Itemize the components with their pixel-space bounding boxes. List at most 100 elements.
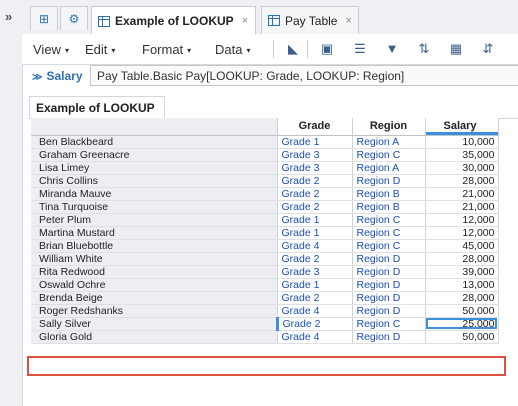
- table-row[interactable]: Lisa Limey Grade 3 Region A 30,000: [31, 161, 499, 175]
- cell-salary[interactable]: 13,000: [424, 278, 499, 292]
- table-row[interactable]: Rita Redwood Grade 3 Region D 39,000: [31, 265, 499, 279]
- cell-salary[interactable]: 12,000: [424, 213, 499, 227]
- menu-edit[interactable]: Edit ▾: [85, 42, 115, 57]
- cell-salary[interactable]: 12,000: [424, 226, 499, 240]
- cell-region[interactable]: Region D: [351, 291, 425, 305]
- menu-format[interactable]: Format ▾: [142, 42, 191, 57]
- tab-pay-table[interactable]: Pay Table ×: [261, 6, 359, 34]
- table-row[interactable]: Chris Collins Grade 2 Region D 28,000: [31, 174, 499, 188]
- gear-icon[interactable]: ⚙: [60, 6, 88, 30]
- table-row[interactable]: Miranda Mauve Grade 2 Region B 21,000: [31, 187, 499, 201]
- cell-grade[interactable]: Grade 3: [276, 265, 352, 279]
- cell-salary[interactable]: 21,000: [424, 200, 499, 214]
- cell-region[interactable]: Region D: [351, 265, 425, 279]
- column-header-salary[interactable]: Salary: [424, 118, 499, 136]
- menu-label: Format: [142, 42, 184, 57]
- cell-salary[interactable]: 25,000: [424, 317, 499, 331]
- view-tab[interactable]: Example of LOOKUP: [29, 96, 165, 118]
- cell-region[interactable]: Region C: [351, 239, 425, 253]
- cell-salary[interactable]: 21,000: [424, 187, 499, 201]
- table-row[interactable]: Martina Mustard Grade 1 Region C 12,000: [31, 226, 499, 240]
- grid-view-icon[interactable]: ⊞: [30, 6, 58, 30]
- cell-grade[interactable]: Grade 2: [276, 252, 352, 266]
- table-row[interactable]: Sally Silver Grade 2 Region C 25,000: [31, 317, 499, 331]
- cell-region[interactable]: Region D: [351, 252, 425, 266]
- formula-column-label[interactable]: ≫ Salary: [32, 69, 83, 83]
- cell-region[interactable]: Region B: [351, 187, 425, 201]
- cell-salary[interactable]: 10,000: [424, 135, 499, 149]
- cell-region[interactable]: Region C: [351, 226, 425, 240]
- cell-region[interactable]: Region D: [351, 174, 425, 188]
- cell-grade[interactable]: Grade 4: [276, 304, 352, 318]
- cell-salary[interactable]: 39,000: [424, 265, 499, 279]
- cell-salary[interactable]: 35,000: [424, 148, 499, 162]
- chevron-down-icon: ▾: [246, 46, 251, 56]
- cell-salary[interactable]: 50,000: [424, 304, 499, 318]
- cell-grade[interactable]: Grade 1: [276, 135, 352, 149]
- sort-icon[interactable]: ⇅: [416, 41, 432, 57]
- cell-grade[interactable]: Grade 4: [276, 239, 352, 253]
- menu-label: View: [33, 42, 61, 57]
- close-icon[interactable]: ×: [242, 15, 248, 27]
- column-header-region[interactable]: Region: [351, 118, 425, 136]
- cell-grade[interactable]: Grade 1: [276, 226, 352, 240]
- cell-grade[interactable]: Grade 1: [276, 213, 352, 227]
- cell-region[interactable]: Region A: [351, 161, 425, 175]
- cell-grade[interactable]: Grade 2: [276, 200, 352, 214]
- menu-view[interactable]: View ▾: [33, 42, 69, 57]
- cell-region[interactable]: Region C: [351, 213, 425, 227]
- table-row[interactable]: Graham Greenacre Grade 3 Region C 35,000: [31, 148, 499, 162]
- table-row[interactable]: William White Grade 2 Region D 28,000: [31, 252, 499, 266]
- cell-salary[interactable]: 28,000: [424, 174, 499, 188]
- cell-name: Brenda Beige: [31, 291, 277, 305]
- filter-icon[interactable]: ▼: [384, 41, 400, 57]
- tab-example-of-lookup[interactable]: Example of LOOKUP ×: [91, 6, 256, 35]
- cell-salary[interactable]: 50,000: [424, 330, 499, 344]
- table-row[interactable]: Brenda Beige Grade 2 Region D 28,000: [31, 291, 499, 305]
- cell-grade[interactable]: Grade 2: [276, 291, 352, 305]
- cell-salary[interactable]: 28,000: [424, 252, 499, 266]
- toolbar-divider: [273, 40, 274, 58]
- cell-salary[interactable]: 30,000: [424, 161, 499, 175]
- cell-region[interactable]: Region D: [351, 330, 425, 344]
- cell-grade[interactable]: Grade 3: [276, 148, 352, 162]
- cell-region[interactable]: Region A: [351, 135, 425, 149]
- chart-icon[interactable]: ◣: [285, 41, 301, 57]
- cell-salary[interactable]: 45,000: [424, 239, 499, 253]
- frame-icon[interactable]: ▣: [319, 41, 335, 57]
- cell-name: Peter Plum: [31, 213, 277, 227]
- cell-grade[interactable]: Grade 2: [276, 187, 352, 201]
- cell-region[interactable]: Region B: [351, 200, 425, 214]
- table-row[interactable]: Peter Plum Grade 1 Region C 12,000: [31, 213, 499, 227]
- cell-grade[interactable]: Grade 4: [276, 330, 352, 344]
- table-row[interactable]: Gloria Gold Grade 4 Region D 50,000: [31, 330, 499, 344]
- cell-region[interactable]: Region D: [351, 304, 425, 318]
- formula-input[interactable]: Pay Table.Basic Pay[LOOKUP: Grade, LOOKU…: [90, 65, 518, 86]
- column-header-grade[interactable]: Grade: [276, 118, 352, 136]
- toolbar-divider: [307, 40, 308, 58]
- cell-grade[interactable]: Grade 3: [276, 161, 352, 175]
- cell-grade[interactable]: Grade 2: [275, 317, 352, 331]
- align-icon[interactable]: ☰: [352, 41, 368, 57]
- cell-grade[interactable]: Grade 1: [276, 278, 352, 292]
- cell-name: Oswald Ochre: [31, 278, 277, 292]
- table-icon[interactable]: ▦: [448, 41, 464, 57]
- close-icon[interactable]: ×: [345, 15, 351, 27]
- more-icon[interactable]: ⇵: [480, 41, 496, 57]
- table-row[interactable]: Ben Blackbeard Grade 1 Region A 10,000: [31, 135, 499, 149]
- cell-region[interactable]: Region C: [351, 317, 425, 331]
- cell-region[interactable]: Region D: [351, 278, 425, 292]
- table-row[interactable]: Brian Bluebottle Grade 4 Region C 45,000: [31, 239, 499, 253]
- double-chevron-right-icon[interactable]: »: [5, 9, 12, 24]
- column-header-name[interactable]: [31, 118, 277, 136]
- chevron-down-icon: ▾: [64, 46, 69, 56]
- menu-data[interactable]: Data ▾: [215, 42, 250, 57]
- table-row[interactable]: Oswald Ochre Grade 1 Region D 13,000: [31, 278, 499, 292]
- table-row[interactable]: Tina Turquoise Grade 2 Region B 21,000: [31, 200, 499, 214]
- cell-name: Martina Mustard: [31, 226, 277, 240]
- table-row[interactable]: Roger Redshanks Grade 4 Region D 50,000: [31, 304, 499, 318]
- cell-salary[interactable]: 28,000: [424, 291, 499, 305]
- cell-region[interactable]: Region C: [351, 148, 425, 162]
- cell-grade[interactable]: Grade 2: [276, 174, 352, 188]
- cell-name: Tina Turquoise: [31, 200, 277, 214]
